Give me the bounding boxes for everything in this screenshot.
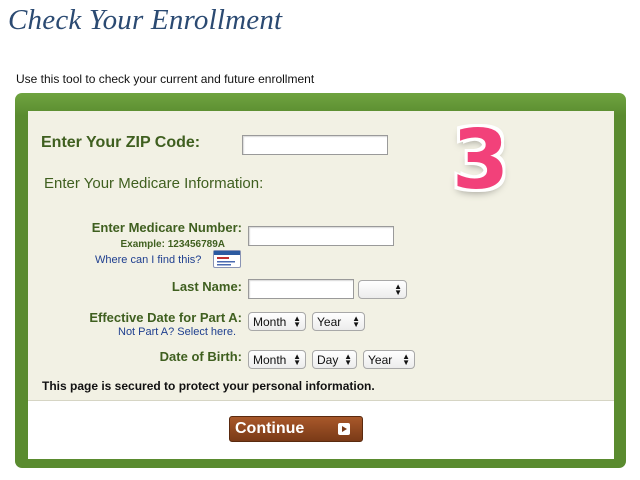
medicare-card-icon[interactable] <box>213 250 241 268</box>
select-arrows-icon: ▲ ▼ <box>344 351 352 367</box>
step-number-badge: 3 <box>452 113 510 208</box>
last-name-input[interactable] <box>248 279 354 299</box>
where-find-link[interactable]: Where can I find this? <box>95 254 201 266</box>
intro-text: Use this tool to check your current and … <box>16 72 315 86</box>
select-arrows-icon: ▲ ▼ <box>293 351 301 367</box>
select-arrows-icon: ▲ ▼ <box>394 281 402 297</box>
dob-day-value: Day <box>317 352 339 367</box>
effective-year-select[interactable]: Year ▲ ▼ <box>312 312 365 331</box>
suffix-select[interactable]: ▲ ▼ <box>358 280 407 299</box>
continue-button[interactable]: Continue <box>229 416 363 442</box>
medicare-info-heading: Enter Your Medicare Information: <box>44 175 264 192</box>
dob-month-value: Month <box>253 352 287 367</box>
security-note: This page is secured to protect your per… <box>42 379 375 393</box>
effective-month-select[interactable]: Month ▲ ▼ <box>248 312 306 331</box>
dob-month-select[interactable]: Month ▲ ▼ <box>248 350 306 369</box>
select-arrows-icon: ▲ ▼ <box>293 313 301 329</box>
continue-label: Continue <box>235 420 305 437</box>
arrow-right-icon <box>338 423 350 435</box>
dob-year-value: Year <box>368 352 393 367</box>
date-of-birth-label: Date of Birth: <box>159 349 242 364</box>
effective-year-value: Year <box>317 314 342 329</box>
page-title: Check Your Enrollment <box>8 4 283 36</box>
dob-year-select[interactable]: Year ▲ ▼ <box>363 350 415 369</box>
select-arrows-icon: ▲ ▼ <box>352 313 360 329</box>
medicare-number-example: Example: 123456789A <box>120 239 225 250</box>
zip-code-input[interactable] <box>242 135 388 155</box>
medicare-number-input[interactable] <box>248 226 394 246</box>
not-part-a-link[interactable]: Not Part A? Select here. <box>118 326 236 338</box>
zip-code-label: Enter Your ZIP Code: <box>41 134 201 151</box>
last-name-label: Last Name: <box>171 279 242 294</box>
effective-month-value: Month <box>253 314 287 329</box>
effective-date-label: Effective Date for Part A: <box>89 310 242 325</box>
dob-day-select[interactable]: Day ▲ ▼ <box>312 350 357 369</box>
select-arrows-icon: ▲ ▼ <box>402 351 410 367</box>
medicare-number-label: Enter Medicare Number: <box>91 220 242 235</box>
